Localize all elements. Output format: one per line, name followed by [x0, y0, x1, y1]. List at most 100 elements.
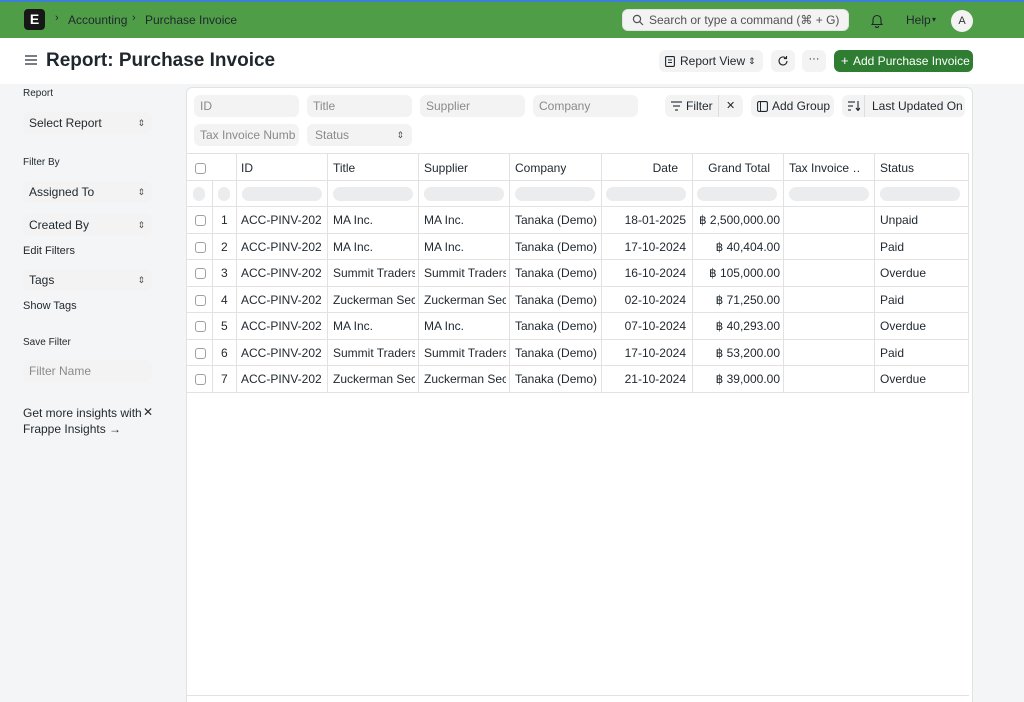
- table-cell-supplier: Summit Traders Ltd.: [424, 266, 506, 280]
- column-header-grand-total[interactable]: Grand Total: [697, 161, 770, 175]
- plus-icon: +: [841, 53, 849, 68]
- edit-filters-link[interactable]: Edit Filters: [23, 245, 75, 257]
- supplier-column-filter[interactable]: [424, 187, 504, 201]
- table-cell-date: 16-10-2024: [624, 266, 686, 280]
- column-header-id[interactable]: ID: [241, 161, 253, 175]
- date-column-filter[interactable]: [606, 187, 686, 201]
- page-title: Report: Purchase Invoice: [46, 50, 276, 71]
- group-icon: [757, 101, 768, 112]
- table-cell-status: Unpaid: [880, 213, 919, 227]
- row-checkbox[interactable]: [195, 347, 206, 359]
- filter-name-input[interactable]: [23, 360, 152, 382]
- table-cell-n: 1: [221, 213, 228, 227]
- show-tags-link[interactable]: Show Tags: [23, 300, 77, 312]
- column-header-status[interactable]: Status: [880, 161, 914, 175]
- status-filter-select[interactable]: Status ⇕: [307, 124, 412, 146]
- table-cell-title: Zuckerman Security Ltd.: [333, 292, 415, 307]
- table-cell-n: 4: [221, 292, 228, 307]
- column-header-tax-invoice[interactable]: Tax Invoice …: [789, 161, 859, 175]
- document-icon: [665, 56, 675, 67]
- table-cell-date: 18-01-2025: [624, 213, 686, 227]
- add-purchase-invoice-button[interactable]: + Add Purchase Invoice: [834, 50, 973, 72]
- navbar: E › Accounting › Purchase Invoice Help ▾…: [0, 0, 1024, 38]
- company-column-filter[interactable]: [515, 187, 595, 201]
- created-by-dropdown[interactable]: Created By ⇕: [23, 214, 152, 236]
- refresh-icon: [778, 56, 788, 66]
- row-checkbox[interactable]: [195, 294, 206, 306]
- row-checkbox[interactable]: [195, 374, 206, 385]
- row-checkbox[interactable]: [195, 241, 206, 253]
- refresh-button[interactable]: [771, 50, 795, 72]
- clear-filter-icon[interactable]: ✕: [726, 95, 735, 117]
- table-cell-date: 17-10-2024: [624, 345, 686, 360]
- table-cell-date: 02-10-2024: [624, 292, 686, 307]
- table-cell-id[interactable]: ACC-PINV-2024-00002: [241, 346, 322, 360]
- id-filter-input[interactable]: [194, 95, 299, 117]
- column-header-date[interactable]: Date: [606, 161, 678, 175]
- search-input[interactable]: [649, 12, 844, 28]
- tax-invoice-column-filter[interactable]: [789, 187, 869, 201]
- app-logo[interactable]: E: [24, 9, 45, 30]
- avatar[interactable]: A: [951, 10, 973, 32]
- sort-button[interactable]: Last Updated On: [842, 95, 965, 117]
- table-cell-total: ฿ 40,293.00: [715, 319, 780, 333]
- assigned-to-dropdown[interactable]: Assigned To ⇕: [23, 181, 152, 203]
- tax-invoice-filter-input[interactable]: [194, 124, 299, 146]
- table-cell-date: 07-10-2024: [624, 319, 686, 333]
- report-view-button[interactable]: Report View ⇕: [659, 50, 763, 72]
- table-cell-status: Paid: [880, 345, 905, 360]
- company-filter-input[interactable]: [533, 95, 638, 117]
- table-cell-total: ฿ 53,200.00: [715, 345, 780, 360]
- row-filter-placeholder: [193, 187, 205, 201]
- column-header-title[interactable]: Title: [333, 161, 355, 175]
- search-bar[interactable]: [622, 9, 849, 31]
- title-filter-input[interactable]: [307, 95, 412, 117]
- row-filter-placeholder: [218, 187, 230, 201]
- table-cell-title: MA Inc.: [333, 319, 374, 333]
- tags-dropdown[interactable]: Tags ⇕: [23, 269, 152, 291]
- sidebar-toggle-icon[interactable]: [25, 54, 37, 66]
- id-column-filter[interactable]: [242, 187, 322, 201]
- add-group-button[interactable]: Add Group: [751, 95, 834, 117]
- chevron-updown-icon: ⇕: [137, 275, 145, 285]
- bell-icon[interactable]: [870, 13, 884, 28]
- column-header-supplier[interactable]: Supplier: [424, 161, 468, 175]
- supplier-filter-input[interactable]: [420, 95, 525, 117]
- sort-icon[interactable]: [848, 101, 860, 111]
- row-checkbox[interactable]: [195, 321, 206, 332]
- save-filter-label: Save Filter: [23, 337, 71, 348]
- breadcrumb-accounting[interactable]: Accounting: [68, 13, 127, 27]
- frappe-insights-link[interactable]: Frappe Insights →: [23, 421, 142, 437]
- table-cell-id[interactable]: ACC-PINV-2024-00003: [241, 319, 322, 333]
- table-cell-id[interactable]: ACC-PINV-2025-00001: [241, 213, 322, 227]
- table-cell-company: Tanaka (Demo): [515, 213, 598, 227]
- filter-label: Filter: [686, 99, 713, 113]
- filter-button[interactable]: Filter ✕: [665, 95, 743, 117]
- table-cell-id[interactable]: ACC-PINV-2024-00001: [241, 372, 322, 386]
- select-all-checkbox[interactable]: [195, 163, 206, 174]
- search-icon: [632, 14, 644, 26]
- breadcrumb-purchase-invoice[interactable]: Purchase Invoice: [145, 13, 237, 27]
- select-report-dropdown[interactable]: Select Report ⇕: [23, 112, 152, 134]
- title-column-filter[interactable]: [333, 187, 413, 201]
- more-actions-button[interactable]: ···: [802, 50, 826, 72]
- row-checkbox[interactable]: [195, 215, 206, 226]
- table-cell-date: 21-10-2024: [624, 372, 686, 386]
- page-header: Report: Purchase Invoice Report View ⇕ ·…: [0, 38, 1024, 84]
- table-cell-supplier: Zuckerman Security Ltd.: [424, 292, 506, 307]
- help-menu[interactable]: Help: [906, 13, 931, 27]
- add-group-label: Add Group: [772, 99, 831, 113]
- table-cell-id[interactable]: ACC-PINV-2024-00006: [241, 240, 322, 254]
- status-column-filter[interactable]: [880, 187, 960, 201]
- table-cell-id[interactable]: ACC-PINV-2024-00004: [241, 293, 322, 307]
- table-cell-id[interactable]: ACC-PINV-2024-00005: [241, 266, 322, 280]
- close-icon[interactable]: ✕: [143, 405, 153, 419]
- column-header-company[interactable]: Company: [515, 161, 566, 175]
- table-cell-total: ฿ 71,250.00: [715, 292, 780, 307]
- table-cell-status: Paid: [880, 239, 905, 254]
- row-checkbox[interactable]: [195, 268, 206, 279]
- table-cell-title: Summit Traders Ltd.: [333, 266, 415, 280]
- table-cell-n: 7: [221, 372, 228, 386]
- report-label: Report: [23, 88, 54, 99]
- grand-total-column-filter[interactable]: [697, 187, 777, 201]
